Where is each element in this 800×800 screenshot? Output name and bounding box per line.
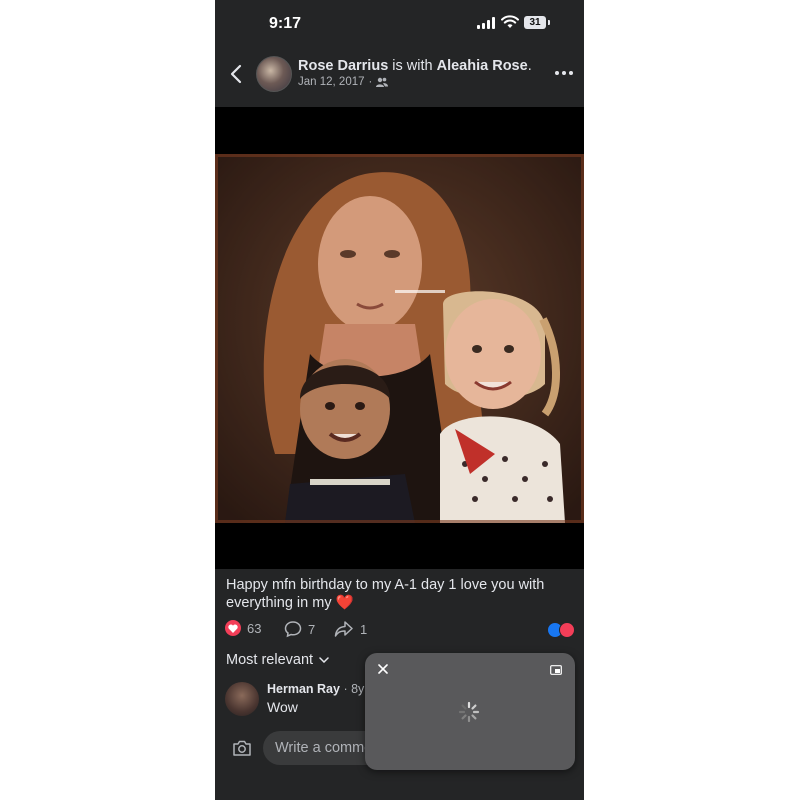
comment-time: · 8y: [343, 682, 365, 696]
sort-label: Most relevant: [226, 652, 314, 668]
commenter-line: Herman Ray · 8y: [267, 682, 364, 696]
photo-container: [215, 107, 584, 569]
reaction-summary[interactable]: [547, 622, 575, 638]
title-tail: .: [527, 58, 532, 74]
comment-count: 7: [308, 621, 316, 637]
tagged-name[interactable]: Aleahia Rose: [437, 58, 528, 74]
post-header: Rose Darrius is with Aleahia Rose. Jan 1…: [215, 50, 584, 100]
wifi-icon: [501, 15, 519, 28]
share-count: 1: [360, 621, 368, 637]
video-pip-overlay[interactable]: [365, 653, 575, 770]
back-arrow-icon[interactable]: [229, 63, 243, 85]
comment-item: Herman Ray · 8y Wow: [225, 680, 385, 720]
love-reaction-icon: [559, 622, 575, 638]
meta-separator: ·: [368, 76, 373, 88]
reactions-button[interactable]: 63: [225, 620, 261, 636]
author-avatar[interactable]: [256, 56, 292, 92]
comment-text: Wow: [267, 699, 298, 715]
status-time: 9:17: [269, 15, 302, 32]
post-meta: Jan 12, 2017 ·: [298, 76, 389, 88]
friends-icon: [376, 77, 389, 87]
heart-emoji: ❤️: [335, 595, 354, 611]
family-photo-illustration: [215, 154, 584, 523]
author-name[interactable]: Rose Darrius: [298, 58, 388, 74]
phone-screen: 9:17 31 Rose Darrius is with Aleahia Ros…: [215, 0, 584, 800]
caption-text: Happy mfn birthday to my A-1 day 1 love …: [226, 577, 545, 611]
post-photo[interactable]: [215, 154, 584, 523]
status-bar: 9:17 31: [215, 0, 584, 46]
sort-dropdown[interactable]: Most relevant: [226, 652, 329, 668]
commenter-name[interactable]: Herman Ray: [267, 682, 340, 696]
signal-icon: [477, 17, 495, 29]
post-caption: Happy mfn birthday to my A-1 day 1 love …: [226, 576, 576, 612]
with-text: is with: [388, 58, 437, 74]
expand-window-icon[interactable]: [550, 665, 562, 675]
close-icon[interactable]: [377, 663, 389, 675]
battery-icon: 31: [524, 16, 546, 29]
share-button[interactable]: 1: [334, 620, 367, 638]
love-reaction-icon: [225, 620, 241, 636]
reaction-count: 63: [247, 620, 262, 636]
post-date[interactable]: Jan 12, 2017: [298, 76, 365, 88]
more-options-icon[interactable]: [555, 71, 573, 75]
battery-tip: [548, 20, 550, 25]
commenter-avatar[interactable]: [225, 682, 259, 716]
reaction-bar: 63 7 1: [225, 620, 575, 640]
chevron-down-icon: [319, 657, 329, 663]
comment-icon: [284, 621, 302, 638]
post-title: Rose Darrius is with Aleahia Rose.: [298, 58, 532, 74]
loading-spinner-icon: [458, 701, 480, 723]
camera-icon[interactable]: [232, 739, 252, 757]
comments-button[interactable]: 7: [284, 620, 315, 638]
share-icon: [334, 621, 353, 637]
